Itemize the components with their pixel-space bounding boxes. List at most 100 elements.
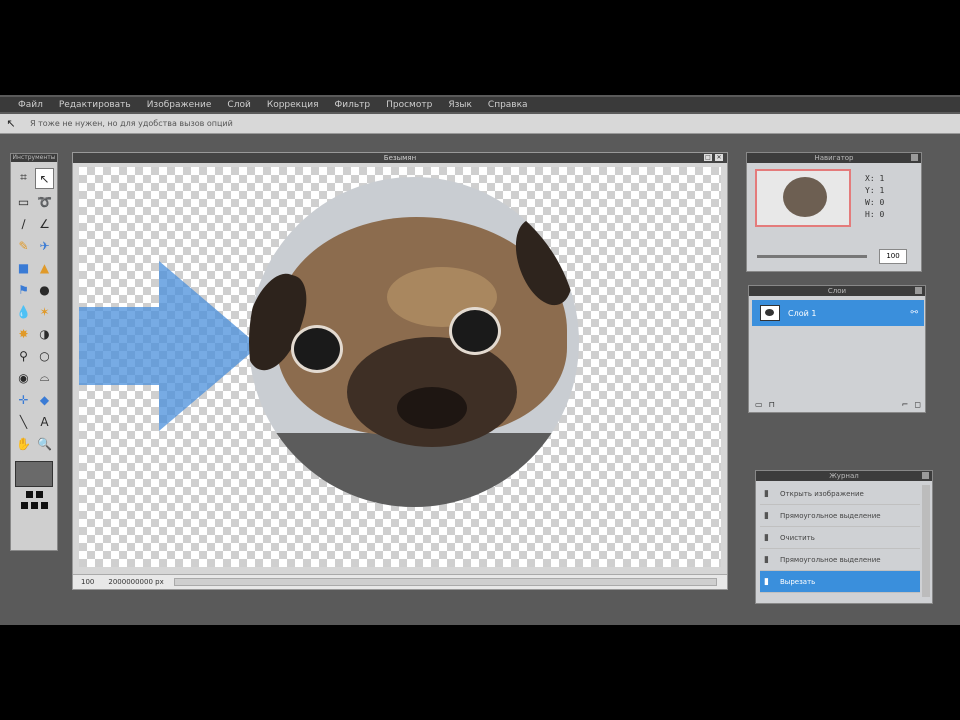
- move-tool-icon[interactable]: ↖: [0, 117, 22, 130]
- history-item[interactable]: ▮ Открыть изображение: [760, 483, 920, 505]
- clone-tool-icon[interactable]: ✈: [35, 236, 54, 255]
- dodge-tool-icon[interactable]: ✸: [14, 324, 33, 343]
- navigator-thumbnail-image: [783, 177, 827, 217]
- tools-panel: Инструменты ⌗ ↖ ▭ ➰ ∕ ∠ ✎ ✈ ■ ▲ ⚑ ● 💧 ✶ …: [10, 153, 58, 551]
- pug-photo-circle: [249, 177, 579, 507]
- screen-mode-icon[interactable]: [30, 502, 38, 509]
- new-layer-icon[interactable]: ⌐: [902, 400, 909, 409]
- pug-eye-right: [449, 307, 501, 355]
- sharpen-tool-icon[interactable]: ✶: [35, 302, 54, 321]
- close-icon[interactable]: ✕: [715, 154, 723, 161]
- blue-arrow-shape: [79, 261, 259, 431]
- status-zoom[interactable]: 100: [81, 578, 94, 586]
- history-panel: Журнал ▮ Открыть изображение ▮ Прямоугольн…: [755, 470, 933, 604]
- menu-edit[interactable]: Редактировать: [51, 100, 139, 110]
- layer-link-icon[interactable]: ⚯: [910, 308, 918, 318]
- smudge-tool-icon[interactable]: ⚲: [14, 346, 33, 365]
- history-step-icon: ▮: [764, 532, 769, 543]
- layer-style-icon[interactable]: ▭: [755, 400, 763, 409]
- layer-row[interactable]: Слой 1 ⚯: [752, 300, 924, 326]
- eraser-tool-icon[interactable]: ∠: [35, 214, 54, 233]
- move-tool-icon[interactable]: ↖: [35, 168, 54, 189]
- layer-mask-icon[interactable]: ⊓: [769, 400, 775, 409]
- foreground-color-swatch[interactable]: [15, 461, 53, 487]
- menu-language[interactable]: Язык: [440, 100, 480, 110]
- document-status-bar: 100 2000000000 px: [73, 574, 727, 589]
- picker-tool-icon[interactable]: ╲: [14, 412, 33, 431]
- history-item-active[interactable]: ▮ Вырезать: [760, 571, 920, 593]
- swap-colors-icon[interactable]: [25, 491, 33, 498]
- view-mode-icon[interactable]: [40, 502, 48, 509]
- zoom-slider[interactable]: [757, 255, 867, 258]
- drop-tool-icon[interactable]: 💧: [14, 302, 33, 321]
- readout-y: Y: 1: [865, 186, 885, 195]
- pinch-tool-icon[interactable]: ⌓: [35, 368, 54, 387]
- history-item[interactable]: ▮ Прямоугольное выделение: [760, 505, 920, 527]
- marquee-tool-icon[interactable]: ▭: [14, 192, 33, 211]
- panel-close-icon[interactable]: [922, 472, 929, 479]
- history-item-label: Очистить: [780, 533, 815, 542]
- lasso-tool-icon[interactable]: ➰: [35, 192, 54, 211]
- menu-bar: Файл Редактировать Изображение Слой Корр…: [0, 97, 960, 112]
- stamp-tool-icon[interactable]: ⚑: [14, 280, 33, 299]
- menu-filter[interactable]: Фильтр: [327, 100, 379, 110]
- menu-view[interactable]: Просмотр: [378, 100, 440, 110]
- options-bar: ↖ Я тоже не нужен, но для удобства вызов…: [0, 114, 960, 134]
- readout-w: W: 0: [865, 198, 885, 207]
- sponge-tool-icon[interactable]: ○: [35, 346, 54, 365]
- layers-footer: ▭ ⊓ ⌐ ◻: [755, 400, 921, 409]
- reset-colors-icon[interactable]: [35, 491, 43, 498]
- navigator-title: Навигатор: [814, 154, 854, 162]
- history-scrollbar[interactable]: [922, 485, 930, 597]
- document-title-bar[interactable]: Безымян □ ✕: [73, 153, 727, 163]
- layer-thumbnail: [760, 305, 780, 321]
- history-step-icon: ▮: [764, 510, 769, 521]
- layers-title-bar[interactable]: Слои: [749, 286, 925, 296]
- history-item-label: Прямоугольное выделение: [780, 511, 881, 520]
- navigator-thumbnail[interactable]: [755, 169, 851, 227]
- crop-tool-icon[interactable]: ⌗: [14, 168, 33, 187]
- options-hint: Я тоже не нужен, но для удобства вызов о…: [30, 119, 233, 128]
- hand-tool-icon[interactable]: ✋: [14, 434, 33, 453]
- history-item[interactable]: ▮ Прямоугольное выделение: [760, 549, 920, 571]
- history-step-icon: ▮: [764, 576, 769, 587]
- readout-h: H: 0: [865, 210, 885, 219]
- menu-adjustments[interactable]: Коррекция: [259, 100, 327, 110]
- quick-mask-icon[interactable]: [20, 502, 28, 509]
- history-step-icon: ▮: [764, 554, 769, 565]
- text-tool-icon[interactable]: A: [35, 412, 54, 431]
- pan-tool-icon[interactable]: ✛: [14, 390, 33, 409]
- history-item[interactable]: ▮ Очистить: [760, 527, 920, 549]
- zoom-input[interactable]: 100: [879, 249, 907, 264]
- line-tool-icon[interactable]: ∕: [14, 214, 33, 233]
- history-title: Журнал: [829, 472, 859, 480]
- pug-eye-left: [291, 325, 343, 373]
- status-size: 2000000000 px: [108, 578, 164, 586]
- gradient-tool-icon[interactable]: ▲: [35, 258, 54, 277]
- layers-title: Слои: [827, 287, 847, 295]
- burn-tool-icon[interactable]: ◑: [35, 324, 54, 343]
- panel-close-icon[interactable]: [911, 154, 918, 161]
- zoom-tool-icon[interactable]: 🔍: [35, 434, 54, 453]
- redeye-tool-icon[interactable]: ◉: [14, 368, 33, 387]
- app-window: Файл Редактировать Изображение Слой Корр…: [0, 95, 960, 625]
- pug-nose: [397, 387, 467, 429]
- navigator-title-bar[interactable]: Навигатор: [747, 153, 921, 163]
- image-canvas[interactable]: [79, 167, 721, 567]
- horizontal-scrollbar[interactable]: [173, 578, 717, 586]
- menu-help[interactable]: Справка: [480, 100, 536, 110]
- layer-name: Слой 1: [788, 308, 817, 318]
- menu-file[interactable]: Файл: [10, 100, 51, 110]
- history-title-bar[interactable]: Журнал: [756, 471, 932, 481]
- menu-layer[interactable]: Слой: [219, 100, 258, 110]
- panel-close-icon[interactable]: [915, 287, 922, 294]
- bloat-tool-icon[interactable]: ◆: [35, 390, 54, 409]
- brush-tool-icon[interactable]: ✎: [14, 236, 33, 255]
- fill-tool-icon[interactable]: ■: [14, 258, 33, 277]
- history-step-icon: ▮: [764, 488, 769, 499]
- menu-image[interactable]: Изображение: [139, 100, 220, 110]
- minimize-icon[interactable]: □: [704, 154, 712, 161]
- document-window: Безымян □ ✕ 100 2000000000 px: [72, 152, 728, 590]
- delete-layer-icon[interactable]: ◻: [914, 400, 921, 409]
- color-replace-icon[interactable]: ●: [35, 280, 54, 299]
